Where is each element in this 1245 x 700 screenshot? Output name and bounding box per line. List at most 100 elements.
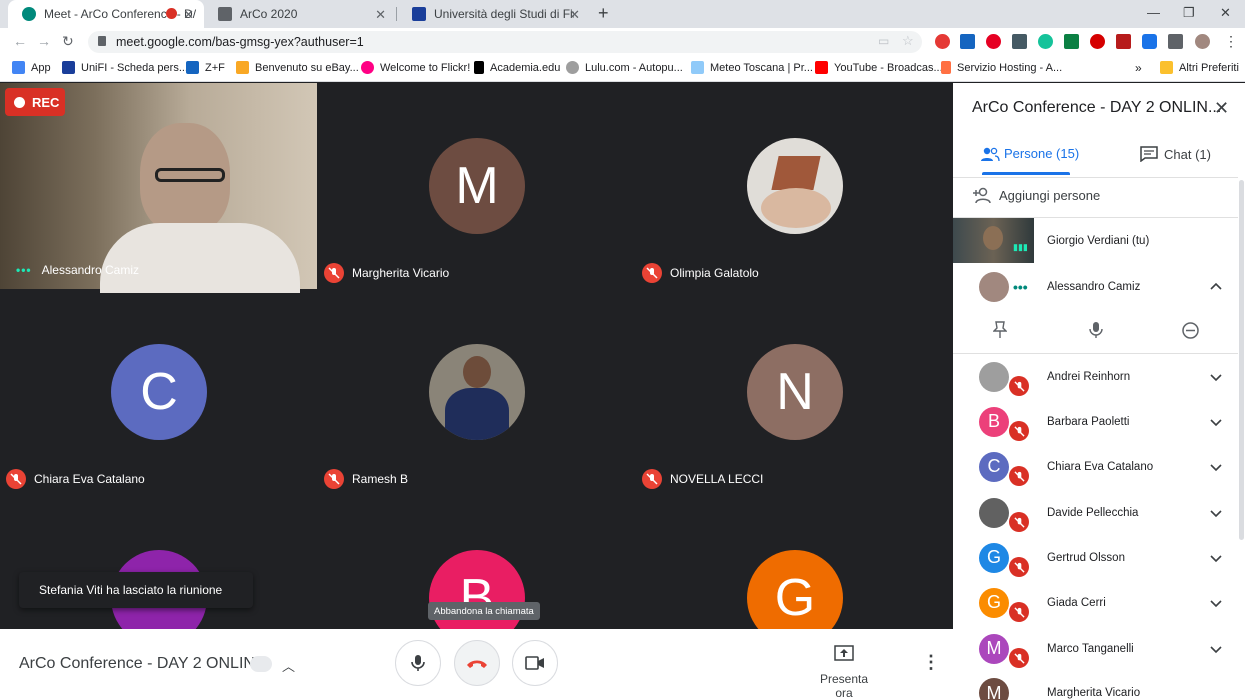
pin-button[interactable]: [992, 321, 1008, 344]
tab-unifi[interactable]: Università degli Studi di Firenze ✕: [398, 0, 590, 28]
bookmark-star-icon[interactable]: ☆: [902, 33, 914, 49]
extension-new-icon[interactable]: [960, 34, 975, 49]
participant-row[interactable]: Andrei Reinhorn: [953, 354, 1238, 399]
bookmark-hosting[interactable]: Servizio Hosting - A...: [941, 61, 1062, 74]
tab-people[interactable]: Persone (15): [980, 146, 1079, 161]
bookmark-lulu[interactable]: Lulu.com - Autopu...: [566, 61, 683, 74]
extension-icon[interactable]: [1064, 34, 1079, 49]
close-tab-icon[interactable]: ✕: [569, 7, 580, 23]
remove-participant-button[interactable]: [1182, 322, 1199, 344]
chevron-down-icon[interactable]: [1210, 416, 1222, 428]
mic-icon: [411, 655, 425, 671]
participant-row[interactable]: G Giada Cerri: [953, 580, 1238, 625]
bookmark-zf[interactable]: Z+F: [186, 61, 225, 74]
bookmark-academia[interactable]: Academia.edu: [474, 61, 560, 74]
participant-tile[interactable]: C Chiara Eva Catalano: [0, 289, 317, 495]
tab-arco[interactable]: ArCo 2020 ✕: [204, 0, 396, 28]
tab-meet[interactable]: Meet - ArCo Conference - D/ ✕: [8, 0, 204, 28]
participant-row-expanded[interactable]: ••• Alessandro Camiz: [953, 264, 1238, 309]
tab-chat[interactable]: Chat (1): [1140, 146, 1211, 162]
add-person-icon: [973, 187, 991, 203]
new-tab-icon[interactable]: +: [598, 3, 609, 24]
participant-row[interactable]: C Chiara Eva Catalano: [953, 444, 1238, 489]
close-window-icon[interactable]: ✕: [1220, 5, 1231, 21]
bookmark-unifi[interactable]: UniFI - Scheda pers...: [62, 61, 188, 74]
bookmark-meteo[interactable]: Meteo Toscana | Pr...: [691, 61, 813, 74]
participant-row[interactable]: M Margherita Vicario: [953, 671, 1238, 700]
participant-tile[interactable]: [0, 495, 317, 629]
participant-avatar: [979, 497, 1009, 528]
mic-muted-icon: [642, 263, 662, 283]
minimize-icon[interactable]: —: [1147, 5, 1160, 20]
participant-avatar: C: [111, 344, 207, 440]
chevron-down-icon[interactable]: [1210, 507, 1222, 519]
extensions-puzzle-icon[interactable]: [1168, 34, 1183, 49]
participant-name: Chiara Eva Catalano: [34, 472, 145, 486]
participant-row-self[interactable]: ▮▮▮ Giorgio Verdiani (tu): [953, 218, 1238, 263]
chevron-down-icon[interactable]: [1210, 643, 1222, 655]
mic-muted-icon: [1009, 466, 1029, 486]
close-panel-icon[interactable]: ✕: [1214, 98, 1229, 119]
chevron-down-icon[interactable]: [1210, 552, 1222, 564]
participant-row[interactable]: G Gertrud Olsson: [953, 535, 1238, 580]
participant-tile[interactable]: N NOVELLA LECCI: [636, 289, 953, 495]
extension-icon[interactable]: [935, 34, 950, 49]
participant-avatar: [429, 344, 525, 440]
unifi-icon: [62, 61, 75, 74]
chevron-up-icon[interactable]: ︿: [282, 656, 295, 675]
participant-tile[interactable]: Olimpia Galatolo: [636, 83, 953, 289]
back-icon[interactable]: ←: [13, 33, 27, 49]
chevron-down-icon[interactable]: [1210, 371, 1222, 383]
participant-avatar: M: [979, 678, 1009, 700]
panel-scrollbar[interactable]: [1239, 180, 1244, 540]
maximize-icon[interactable]: ❐: [1183, 5, 1195, 21]
mute-participant-button[interactable]: [1089, 321, 1103, 344]
participant-row[interactable]: M Marco Tanganelli: [953, 626, 1238, 671]
close-tab-icon[interactable]: ✕: [375, 7, 386, 23]
chevron-down-icon[interactable]: [1210, 461, 1222, 473]
participant-tile[interactable]: M Margherita Vicario: [318, 83, 635, 289]
bookmarks-overflow[interactable]: »: [1135, 61, 1142, 75]
mic-muted-icon: [1009, 421, 1029, 441]
pdf-icon[interactable]: [1116, 34, 1131, 49]
mic-button[interactable]: [395, 640, 441, 686]
bookmark-youtube[interactable]: YouTube - Broadcas...: [815, 61, 943, 74]
extension-icon[interactable]: [1012, 34, 1027, 49]
extension-icon[interactable]: [1090, 34, 1105, 49]
address-bar[interactable]: meet.google.com/bas-gmsg-yex?authuser=1 …: [88, 31, 922, 53]
reload-icon[interactable]: ↻: [62, 33, 74, 50]
participant-name: Ramesh B: [352, 472, 409, 486]
bookmark-ebay[interactable]: Benvenuto su eBay...: [236, 61, 359, 74]
profile-avatar-icon[interactable]: [1195, 34, 1210, 49]
participant-name: Margherita Vicario: [352, 266, 450, 280]
forward-icon[interactable]: →: [37, 33, 51, 49]
speaking-dots-icon: •••: [16, 263, 32, 277]
participant-avatar: [979, 271, 1009, 302]
participant-tile[interactable]: Ramesh B: [318, 289, 635, 495]
chat-icon: [1140, 146, 1158, 162]
present-now-button[interactable]: Presenta ora: [812, 645, 876, 700]
leave-call-button[interactable]: [454, 640, 500, 686]
camera-blocked-icon[interactable]: ▭: [878, 34, 889, 48]
close-tab-icon[interactable]: ✕: [183, 7, 194, 23]
bookmark-apps[interactable]: App: [12, 61, 51, 74]
add-people-button[interactable]: Aggiungi persone: [973, 187, 1100, 203]
more-options-icon[interactable]: ⋮: [922, 652, 940, 673]
screen-capture-icon[interactable]: [1142, 34, 1157, 49]
participant-row[interactable]: B Barbara Paoletti: [953, 399, 1238, 444]
people-icon: [981, 147, 1000, 161]
zf-icon: [186, 61, 199, 74]
participant-tile[interactable]: G: [636, 495, 953, 629]
chevron-down-icon[interactable]: [1210, 597, 1222, 609]
grammarly-icon[interactable]: [1038, 34, 1053, 49]
pinterest-icon[interactable]: [986, 34, 1001, 49]
participant-row[interactable]: Davide Pellecchia: [953, 490, 1238, 535]
bookmark-flickr[interactable]: Welcome to Flickr!: [361, 61, 470, 74]
chevron-up-icon[interactable]: [1210, 281, 1222, 293]
browser-menu-icon[interactable]: ⋮: [1224, 33, 1238, 50]
meeting-title[interactable]: ArCo Conference - DAY 2 ONLIN...: [19, 655, 268, 673]
camera-button[interactable]: [512, 640, 558, 686]
bookmark-folder-other[interactable]: Altri Preferiti: [1160, 61, 1239, 74]
attachment-icon[interactable]: [250, 656, 272, 672]
mic-muted-icon: [642, 469, 662, 489]
